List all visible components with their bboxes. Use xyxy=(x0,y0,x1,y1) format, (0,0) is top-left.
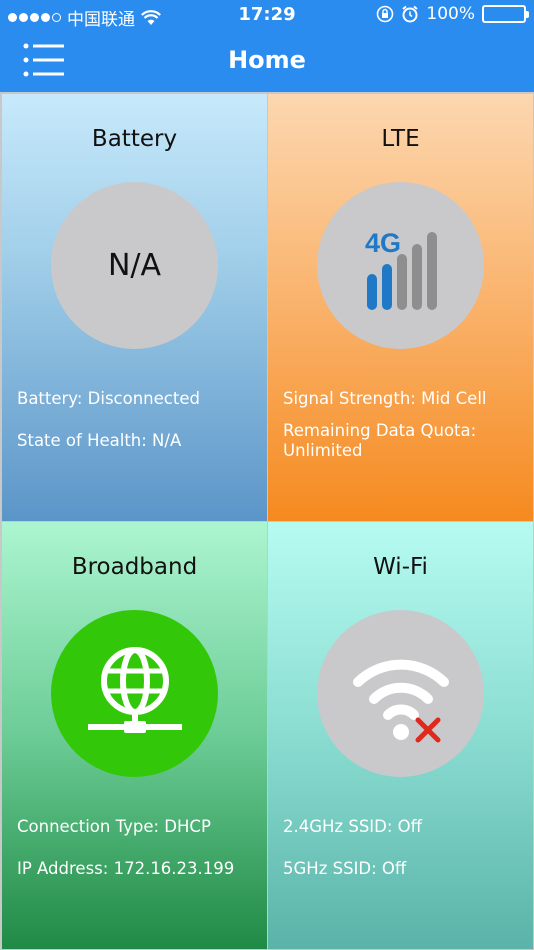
wifi-5ghz-text: 5GHz SSID: Off xyxy=(283,859,407,878)
wifi-status-circle xyxy=(317,610,484,777)
wifi-24ghz-text: 2.4GHz SSID: Off xyxy=(283,817,423,836)
battery-status-circle: N/A xyxy=(51,182,218,349)
broadband-ip-text: IP Address: 172.16.23.199 xyxy=(17,859,235,878)
lte-quota-text: Remaining Data Quota: Unlimited xyxy=(283,421,477,460)
globe-network-icon xyxy=(87,646,182,733)
dashboard-grid: Battery N/A Battery: Disconnected State … xyxy=(0,92,534,950)
4g-label: 4G xyxy=(365,228,401,258)
tile-battery[interactable]: Battery N/A Battery: Disconnected State … xyxy=(2,94,267,521)
battery-icon xyxy=(482,5,529,23)
tile-title: Battery xyxy=(91,126,178,152)
tile-title: LTE xyxy=(381,126,420,152)
nav-bar: Home xyxy=(0,30,534,92)
battery-circle-text: N/A xyxy=(107,248,162,283)
tile-title: Wi-Fi xyxy=(373,554,428,580)
tile-wifi[interactable]: Wi-Fi 2.4GHz SSID: Off 5GHz SSID: Off xyxy=(268,522,533,949)
broadband-connection-text: Connection Type: DHCP xyxy=(17,817,211,836)
wifi-disconnected-icon xyxy=(352,659,449,742)
battery-status-text: Battery: Disconnected xyxy=(17,389,200,408)
status-right: 100% xyxy=(376,4,529,24)
broadband-status-circle xyxy=(51,610,218,777)
tile-lte[interactable]: LTE 4G Signal Strength: Mid Cell Remaini… xyxy=(268,94,533,521)
battery-percent: 100% xyxy=(426,4,475,24)
battery-health-text: State of Health: N/A xyxy=(17,431,182,450)
lte-status-circle: 4G xyxy=(317,182,484,349)
tile-broadband[interactable]: Broadband Connection Type: DHCP IP Addre… xyxy=(2,522,267,949)
alarm-icon xyxy=(402,5,419,23)
lte-signal-text: Signal Strength: Mid Cell xyxy=(283,389,487,408)
4g-signal-icon: 4G xyxy=(365,228,437,310)
tile-title: Broadband xyxy=(71,554,198,580)
status-bar: 中国联通 17:29 100% xyxy=(0,0,534,30)
page-title: Home xyxy=(228,46,306,74)
orientation-lock-icon xyxy=(377,5,394,23)
